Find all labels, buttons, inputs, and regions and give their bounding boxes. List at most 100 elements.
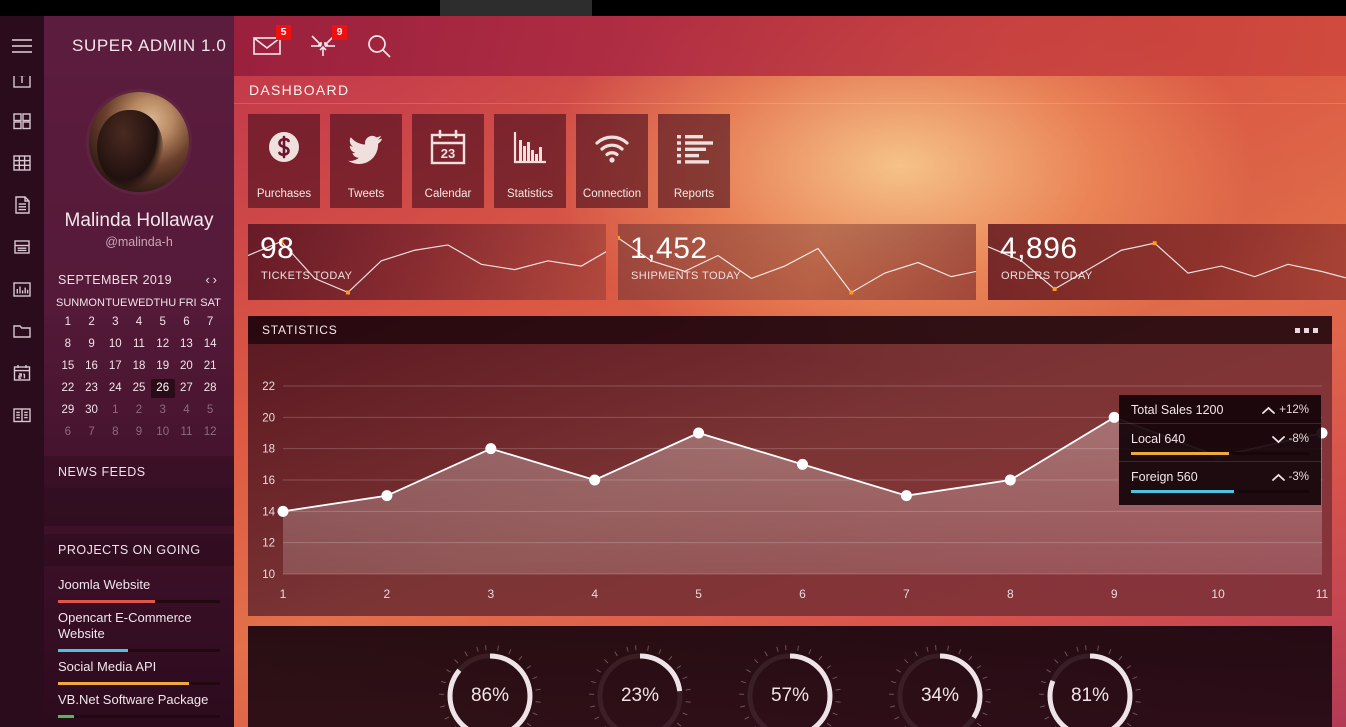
tile-purchases[interactable]: Purchases <box>248 114 320 208</box>
calendar-day[interactable]: 3 <box>103 313 127 332</box>
rail-item-widgets[interactable] <box>0 100 44 142</box>
calendar-day[interactable]: 5 <box>198 401 222 420</box>
calendar-day[interactable]: 8 <box>56 335 80 354</box>
tooltip-label: Local 640 <box>1131 432 1186 446</box>
calendar-day[interactable]: 19 <box>151 357 175 376</box>
tile-statistics[interactable]: Statistics <box>494 114 566 208</box>
calendar-day[interactable]: 25 <box>127 379 151 398</box>
calendar-day[interactable]: 10 <box>151 423 175 442</box>
messages-button[interactable]: 5 <box>250 25 291 63</box>
brand-bar: SUPER ADMIN 1.0 <box>44 16 234 76</box>
calendar-day[interactable]: 12 <box>198 423 222 442</box>
project-item[interactable]: VB.Net Software Package <box>58 685 220 718</box>
project-progress-track <box>58 600 220 603</box>
project-item[interactable]: Chrome Extension <box>58 718 220 727</box>
calendar-day[interactable]: 13 <box>175 335 199 354</box>
rail-item-files[interactable] <box>0 310 44 352</box>
rail-item-cards[interactable] <box>0 226 44 268</box>
tile-icon-wrapper <box>248 128 320 168</box>
project-item[interactable]: Joomla Website <box>58 570 220 603</box>
tile-icon-wrapper <box>576 128 648 168</box>
tooltip-row: Foreign 560 -3% <box>1119 461 1321 493</box>
gauge-percent-label: 34% <box>920 685 960 706</box>
ellipsis-icon[interactable] <box>1295 327 1318 333</box>
y-axis-tick: 16 <box>262 475 275 487</box>
calendar-day[interactable]: 28 <box>198 379 222 398</box>
tile-calendar[interactable]: 23 Calendar <box>412 114 484 208</box>
calendar-day[interactable]: 16 <box>80 357 104 376</box>
kpi-card[interactable]: 98 TICKETS TODAY <box>248 224 606 300</box>
calendar-dow-0: SUN <box>56 297 80 309</box>
tile-tweets[interactable]: Tweets <box>330 114 402 208</box>
calendar-day[interactable]: 22 <box>56 379 80 398</box>
calendar-prev-button[interactable]: ‹ <box>205 272 212 287</box>
project-item[interactable]: Opencart E-Commerce Website <box>58 603 220 652</box>
calendar-day[interactable]: 3 <box>151 401 175 420</box>
calendar-dow-row: SUN MON TUE WED THU FRI SAT <box>56 294 222 313</box>
collapse-button[interactable]: 9 <box>306 25 347 63</box>
calendar-day[interactable]: 7 <box>198 313 222 332</box>
calendar-day[interactable]: 24 <box>103 379 127 398</box>
x-axis-tick: 2 <box>384 587 391 601</box>
project-item[interactable]: Social Media API <box>58 652 220 685</box>
kpi-caption: TICKETS TODAY <box>261 270 353 282</box>
calendar-day[interactable]: 2 <box>127 401 151 420</box>
kpi-card[interactable]: 4,896 ORDERS TODAY <box>988 224 1346 300</box>
tile-icon-wrapper: 23 <box>412 128 484 168</box>
calendar-day[interactable]: 6 <box>175 313 199 332</box>
gauge[interactable]: 23% <box>584 640 696 727</box>
tooltip-row: Total Sales 1200 +12% <box>1119 395 1321 417</box>
hamburger-menu-button[interactable] <box>0 16 44 76</box>
calendar-day[interactable]: 29 <box>56 401 80 420</box>
calendar-day[interactable]: 8 <box>103 423 127 442</box>
tile-reports[interactable]: Reports <box>658 114 730 208</box>
calendar-dow-4: THU <box>153 297 177 309</box>
calendar-day[interactable]: 1 <box>103 401 127 420</box>
calendar-day[interactable]: 27 <box>175 379 199 398</box>
wifi-icon <box>595 135 629 163</box>
x-axis-tick: 9 <box>1111 587 1118 601</box>
calendar-day[interactable]: 5 <box>151 313 175 332</box>
calendar-day-today[interactable]: 26 <box>150 379 175 398</box>
gauge[interactable]: 86% <box>434 640 546 727</box>
tile-connection[interactable]: Connection <box>576 114 648 208</box>
search-button[interactable] <box>362 29 396 63</box>
calendar-day[interactable]: 10 <box>103 335 127 354</box>
calendar-day[interactable]: 14 <box>198 335 222 354</box>
rail-item-calendar[interactable] <box>0 352 44 394</box>
gauge[interactable]: 57% <box>734 640 846 727</box>
calendar-next-button[interactable]: › <box>213 272 220 287</box>
calendar-day[interactable]: 23 <box>80 379 104 398</box>
calendar-day[interactable]: 4 <box>175 401 199 420</box>
calendar-day[interactable]: 18 <box>127 357 151 376</box>
calendar-day[interactable]: 30 <box>80 401 104 420</box>
calendar-day[interactable]: 15 <box>56 357 80 376</box>
gauge[interactable]: 34% <box>884 640 996 727</box>
calendar-day[interactable]: 9 <box>127 423 151 442</box>
rail-item-docs[interactable] <box>0 394 44 436</box>
calendar-day[interactable]: 2 <box>80 313 104 332</box>
rail-item-tables[interactable] <box>0 142 44 184</box>
news-feeds-title: NEWS FEEDS <box>44 456 234 488</box>
gauge[interactable]: 81% <box>1034 640 1146 727</box>
calendar-nav[interactable]: ‹› <box>205 272 220 287</box>
project-progress-track <box>58 649 220 652</box>
calendar-day[interactable]: 17 <box>103 357 127 376</box>
calendar-day[interactable]: 4 <box>127 313 151 332</box>
rail-item-charts[interactable] <box>0 268 44 310</box>
dashboard-app: Malinda Hollaway @malinda-h SEPTEMBER 20… <box>0 0 1346 727</box>
statistics-chart: 10 12 14 16 18 20 22 1 2 3 4 5 6 7 8 9 10 11 Total Sales … <box>248 344 1332 616</box>
calendar-day[interactable]: 12 <box>151 335 175 354</box>
avatar[interactable] <box>89 92 189 192</box>
calendar-day[interactable]: 9 <box>80 335 104 354</box>
rail-item-pages[interactable] <box>0 184 44 226</box>
chart-data-point <box>693 427 705 439</box>
calendar-day[interactable]: 7 <box>80 423 104 442</box>
calendar-day[interactable]: 11 <box>127 335 151 354</box>
calendar-day[interactable]: 21 <box>198 357 222 376</box>
calendar-day[interactable]: 11 <box>175 423 199 442</box>
kpi-card[interactable]: 1,452 SHIPMENTS TODAY <box>618 224 976 300</box>
calendar-day[interactable]: 1 <box>56 313 80 332</box>
calendar-day[interactable]: 20 <box>175 357 199 376</box>
calendar-day[interactable]: 6 <box>56 423 80 442</box>
